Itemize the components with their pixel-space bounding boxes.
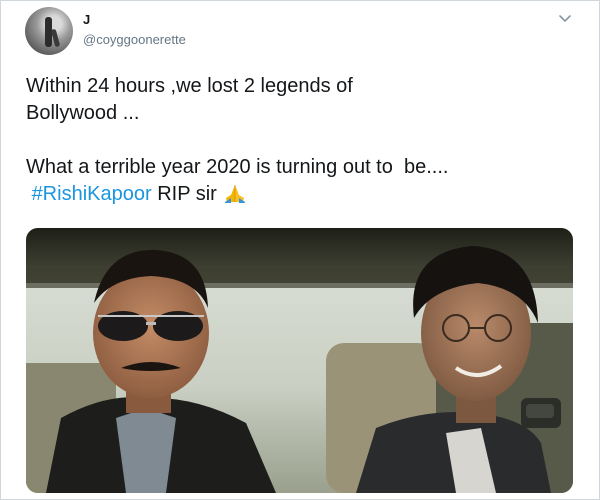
avatar-figure-leg bbox=[50, 28, 61, 48]
tweet-media-image[interactable] bbox=[26, 228, 573, 493]
tweet-text-line-2: Bollywood ... bbox=[26, 102, 140, 124]
avatar[interactable] bbox=[25, 7, 73, 55]
movie-still bbox=[26, 228, 573, 493]
author-display-name[interactable]: J bbox=[83, 12, 90, 27]
tweet-text: Within 24 hours ,we lost 2 legends of Bo… bbox=[26, 73, 571, 208]
tweet-text-line-3: What a terrible year 2020 is turning out… bbox=[26, 156, 449, 178]
tweet-text-tail: RIP sir bbox=[151, 183, 223, 205]
tweet-text-line-1: Within 24 hours ,we lost 2 legends of bbox=[26, 75, 353, 97]
chevron-down-icon[interactable] bbox=[557, 11, 573, 27]
folded-hands-icon bbox=[225, 185, 246, 203]
hashtag-link[interactable]: #RishiKapoor bbox=[32, 183, 152, 205]
author-handle[interactable]: @coyggoonerette bbox=[83, 32, 186, 47]
tweet-card: J @coyggoonerette Within 24 hours ,we lo… bbox=[0, 0, 600, 500]
